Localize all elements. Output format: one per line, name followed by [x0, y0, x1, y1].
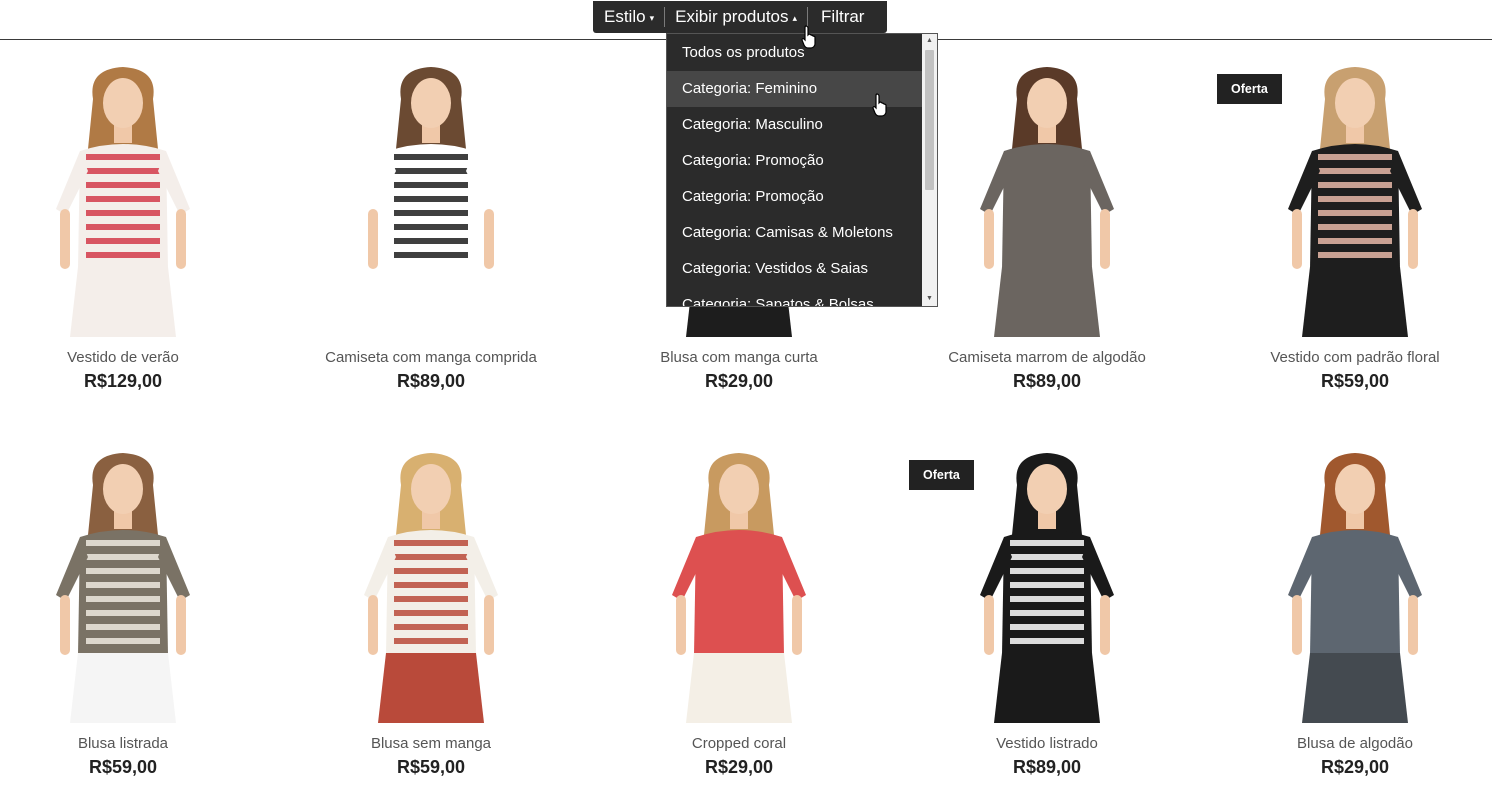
product-name[interactable]: Cropped coral [589, 735, 889, 752]
product-price: R$89,00 [396, 371, 466, 391]
sale-badge: Oferta [1217, 74, 1282, 104]
product-name[interactable]: Blusa de algodão [1205, 735, 1492, 752]
product-image[interactable] [634, 445, 844, 723]
products-toolbar: Estilo ▾ Exibir produtos ▴ Filtrar [593, 1, 887, 33]
product-card[interactable]: Vestido listrado R$89,00 [897, 445, 1197, 790]
caret-down-icon: ▾ [649, 12, 655, 23]
product-name[interactable]: Blusa listrada [0, 735, 273, 752]
hand-pointer-cursor-icon [872, 93, 887, 117]
show-products-menu-button[interactable]: Exibir produtos ▴ [665, 1, 807, 33]
product-card[interactable]: Camiseta com manga comprida R$89,00 [281, 59, 581, 404]
dropdown-item-sapatos-bolsas[interactable]: Categoria: Sapatos & Bolsas [667, 287, 922, 306]
dropdown-scrollbar[interactable]: ▲ ▼ [922, 34, 937, 306]
sale-badge: Oferta [909, 460, 974, 490]
product-card[interactable]: Vestido com padrão floral R$59,00 [1205, 59, 1492, 404]
product-name[interactable]: Camiseta com manga comprida [281, 349, 581, 366]
dropdown-item-all-products[interactable]: Todos os produtos [667, 35, 922, 71]
hand-pointer-cursor-icon [801, 25, 816, 49]
product-image[interactable] [326, 445, 536, 723]
product-card[interactable]: Blusa sem manga R$59,00 [281, 445, 581, 790]
product-name[interactable]: Vestido listrado [897, 735, 1197, 752]
scroll-down-arrow-icon[interactable]: ▼ [922, 292, 937, 306]
scrollbar-thumb[interactable] [925, 50, 934, 190]
product-price: R$29,00 [1320, 757, 1390, 777]
product-price: R$29,00 [704, 371, 774, 391]
product-price: R$59,00 [396, 757, 466, 777]
product-price: R$29,00 [704, 757, 774, 777]
show-products-label: Exibir produtos [675, 7, 789, 26]
dropdown-item-promocao[interactable]: Categoria: Promoção [667, 143, 922, 179]
product-price: R$89,00 [1012, 371, 1082, 391]
style-menu-label: Estilo [604, 7, 646, 26]
product-name[interactable]: Vestido com padrão floral [1205, 349, 1492, 366]
product-image[interactable] [942, 59, 1152, 337]
product-name[interactable]: Blusa com manga curta [589, 349, 889, 366]
product-card[interactable]: Blusa de algodão R$29,00 [1205, 445, 1492, 790]
scroll-up-arrow-icon[interactable]: ▲ [922, 34, 937, 48]
filter-label: Filtrar [821, 7, 865, 26]
product-price: R$129,00 [83, 371, 163, 391]
product-price: R$89,00 [1012, 757, 1082, 777]
show-products-dropdown[interactable]: Todos os produtos Categoria: Feminino Ca… [666, 33, 938, 307]
product-name[interactable]: Camiseta marrom de algodão [897, 349, 1197, 366]
product-card[interactable]: Vestido de verão R$129,00 [0, 59, 273, 404]
product-card[interactable]: Camiseta marrom de algodão R$89,00 [897, 59, 1197, 404]
product-price: R$59,00 [88, 757, 158, 777]
product-card[interactable]: Blusa listrada R$59,00 [0, 445, 273, 790]
dropdown-item-promocao-2[interactable]: Categoria: Promoção [667, 179, 922, 215]
style-menu-button[interactable]: Estilo ▾ [593, 1, 664, 33]
dropdown-item-vestidos-saias[interactable]: Categoria: Vestidos & Saias [667, 251, 922, 287]
product-image[interactable] [326, 59, 536, 337]
dropdown-item-camisas-moletons[interactable]: Categoria: Camisas & Moletons [667, 215, 922, 251]
product-card[interactable]: Cropped coral R$29,00 [589, 445, 889, 790]
product-name[interactable]: Blusa sem manga [281, 735, 581, 752]
product-image[interactable] [1250, 445, 1460, 723]
product-image[interactable] [18, 59, 228, 337]
caret-up-icon: ▴ [792, 12, 798, 23]
product-price: R$59,00 [1320, 371, 1390, 391]
product-image[interactable] [18, 445, 228, 723]
product-name[interactable]: Vestido de verão [0, 349, 273, 366]
